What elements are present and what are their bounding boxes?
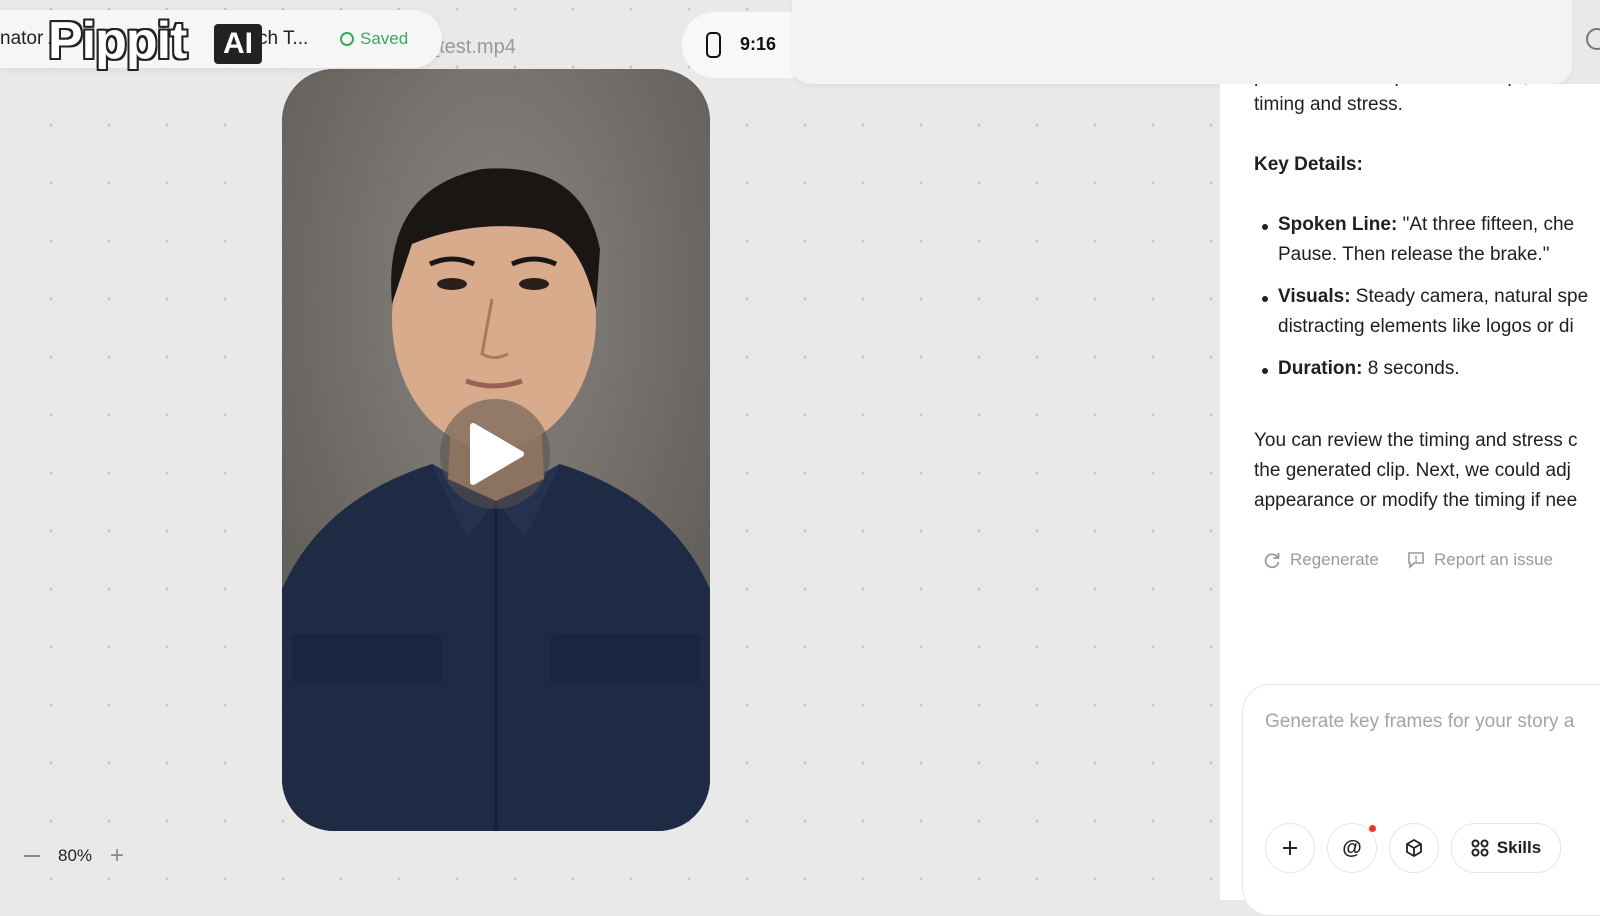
model-button[interactable] <box>1389 823 1439 873</box>
portrait-ratio-icon <box>706 32 721 58</box>
detail-visuals: Visuals: Steady camera, natural spe <box>1278 286 1589 307</box>
breadcrumb-project[interactable]: ch T... <box>258 28 308 50</box>
zoom-in-button[interactable]: + <box>110 844 124 868</box>
detail-spoken-line: Spoken Line: "At three fifteen, che <box>1278 214 1575 235</box>
saved-status: Saved <box>340 29 408 49</box>
refresh-icon <box>1264 553 1280 569</box>
chat-panel: punctuation and pauses to help , 98 in t… <box>1220 84 1600 916</box>
detail-duration: Duration: 8 seconds. <box>1278 358 1460 379</box>
detail-visuals-cont: distracting elements like logos or di <box>1278 316 1574 337</box>
report-label: Report an issue <box>1434 550 1554 569</box>
plus-icon <box>1283 841 1297 855</box>
saved-label: Saved <box>360 29 409 48</box>
play-button[interactable] <box>440 399 550 509</box>
at-icon: @ <box>1342 836 1362 859</box>
regenerate-button[interactable]: Regenerate <box>1262 550 1379 570</box>
play-icon <box>470 423 524 485</box>
cube-icon <box>1406 839 1422 857</box>
video-preview-card[interactable] <box>282 69 710 831</box>
regenerate-label: Regenerate <box>1290 550 1379 569</box>
skills-grid-icon <box>1471 839 1489 857</box>
bullet-dot <box>1262 368 1268 374</box>
bullet-dot <box>1262 296 1268 302</box>
notification-dot <box>1369 825 1376 832</box>
pippit-logo: Pippit <box>48 12 187 70</box>
detail-spoken-line-cont: Pause. Then release the brake." <box>1278 244 1550 265</box>
aspect-ratio-label: 9:16 <box>740 34 777 54</box>
history-icon[interactable] <box>1586 28 1600 50</box>
prompt-input-box[interactable]: Generate key frames for your story a @ S… <box>1242 684 1600 916</box>
top-toolbar <box>792 0 1572 84</box>
zoom-level: 80% <box>58 846 93 865</box>
summary-line: the generated clip. Next, we could adj <box>1254 460 1571 481</box>
report-issue-button[interactable]: Report an issue <box>1406 550 1553 570</box>
report-icon <box>1408 552 1424 569</box>
bullet-dot <box>1262 224 1268 230</box>
chat-message-line: timing and stress. <box>1254 94 1403 115</box>
summary-line: You can review the timing and stress c <box>1254 430 1578 451</box>
logo-ai-badge: AI <box>214 24 262 64</box>
add-button[interactable] <box>1265 823 1315 873</box>
zoom-control: 80% + <box>24 844 124 868</box>
skills-label: Skills <box>1496 838 1542 857</box>
zoom-out-button[interactable] <box>24 855 40 857</box>
prompt-placeholder: Generate key frames for your story a <box>1265 711 1575 732</box>
summary-line: appearance or modify the timing if nee <box>1254 490 1578 511</box>
key-details-heading: Key Details: <box>1254 154 1363 175</box>
skills-button[interactable]: Skills <box>1451 823 1561 873</box>
breadcrumb-parent[interactable]: nator / <box>0 28 54 50</box>
saved-check-icon <box>340 32 354 46</box>
